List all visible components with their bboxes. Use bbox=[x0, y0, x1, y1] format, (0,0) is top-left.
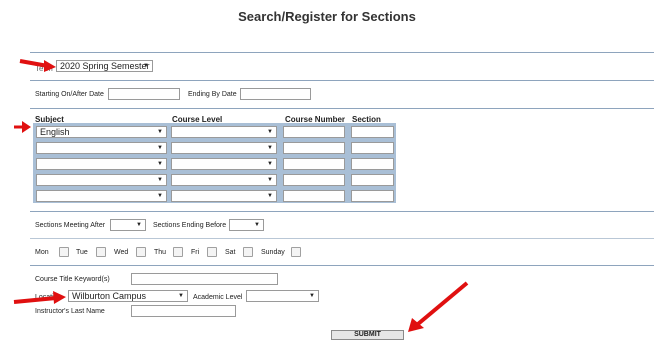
red-pointer-arrow-icon bbox=[14, 121, 31, 133]
red-pointer-arrow-icon bbox=[19, 59, 56, 72]
red-pointer-arrow-icon bbox=[13, 291, 66, 304]
annotation-arrows bbox=[13, 59, 469, 332]
red-pointer-arrow-icon bbox=[408, 281, 469, 332]
